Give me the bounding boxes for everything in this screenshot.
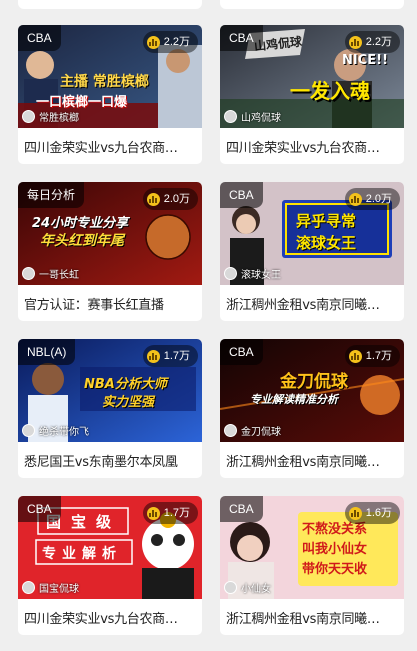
avatar xyxy=(224,110,237,123)
thumbnail-slogan: 实力坚强 xyxy=(102,395,155,410)
avatar xyxy=(22,424,35,437)
bar-chart-icon xyxy=(348,35,362,49)
avatar xyxy=(224,267,237,280)
streamer-name: 山鸡侃球 xyxy=(241,113,281,124)
live-room-card[interactable]: 不熬没关系 叫我小仙女 带你天天收 CBA 1.6万 小仙女 浙江稠州金租vs南… xyxy=(220,496,404,635)
live-room-card[interactable]: 24小时专业分享 年头红到年尾 每日分析 2.0万 一哥长虹 官方认证：赛事长红… xyxy=(18,182,202,321)
card-thumbnail: 金刀侃球 专业解读精准分析 CBA 1.7万 金刀侃球 xyxy=(220,339,404,442)
bar-chart-icon xyxy=(146,349,160,363)
thumbnail-slogan: NBA分析大师 xyxy=(84,377,167,392)
streamer-name: 一哥长虹 xyxy=(39,270,79,281)
thumbnail-slogan: 金刀侃球 xyxy=(280,372,348,392)
view-count-badge: 1.7万 xyxy=(142,502,198,524)
thumbnail-slogan: 24小时专业分享 xyxy=(32,216,129,231)
streamer-name: 金刀侃球 xyxy=(241,427,281,438)
streamer-info: 金刀侃球 xyxy=(224,423,281,438)
streamer-info: 绝杀带你飞 xyxy=(22,423,89,438)
league-tag: CBA xyxy=(220,25,263,51)
view-count: 2.2万 xyxy=(365,36,392,48)
streamer-info: 山鸡侃球 xyxy=(224,109,281,124)
card-thumbnail: 国宝级 专业解析 CBA 1.7万 国宝侃球 xyxy=(18,496,202,599)
streamer-info: 小仙女 xyxy=(224,580,271,595)
match-title: 四川金荣实业vs九台农商… xyxy=(24,141,178,156)
view-count-badge: 1.7万 xyxy=(344,345,400,367)
bar-chart-icon xyxy=(348,192,362,206)
thumbnail-slogan: 滚球女王 xyxy=(296,234,357,252)
match-title: 浙江稠州金租vs南京同曦… xyxy=(226,455,380,470)
match-title: 官方认证：赛事长红直播 xyxy=(24,298,164,313)
match-title: 浙江稠州金租vs南京同曦… xyxy=(226,298,380,313)
live-room-card[interactable]: NBA分析大师 实力坚强 NBL(A) 1.7万 绝杀带你飞 悉尼国王vs东南墨… xyxy=(18,339,202,478)
bar-chart-icon xyxy=(146,35,160,49)
card-thumbnail: 山鸡侃球 NICE!! 一发入魂 CBA 2.2万 山鸡侃球 xyxy=(220,25,404,128)
avatar xyxy=(22,581,35,594)
match-title: 四川金荣实业vs九台农商… xyxy=(226,141,380,156)
view-count: 2.2万 xyxy=(163,36,190,48)
bar-chart-icon xyxy=(348,506,362,520)
league-tag: CBA xyxy=(220,182,263,208)
bar-chart-icon xyxy=(146,192,160,206)
thumbnail-slogan: NICE!! xyxy=(342,53,388,68)
bar-chart-icon xyxy=(146,506,160,520)
card-thumbnail: 24小时专业分享 年头红到年尾 每日分析 2.0万 一哥长虹 xyxy=(18,182,202,285)
avatar xyxy=(224,581,237,594)
card-thumbnail: NBA分析大师 实力坚强 NBL(A) 1.7万 绝杀带你飞 xyxy=(18,339,202,442)
match-title: 浙江稠州金租vs南京同曦… xyxy=(226,612,380,627)
card-thumbnail: 异乎寻常 滚球女王 CBA 2.0万 滚球女王 xyxy=(220,182,404,285)
league-tag: 每日分析 xyxy=(18,182,85,208)
streamer-info: 常胜槟榔 xyxy=(22,109,79,124)
league-tag: CBA xyxy=(220,496,263,522)
avatar xyxy=(22,110,35,123)
streamer-info: 国宝侃球 xyxy=(22,580,79,595)
view-count: 1.7万 xyxy=(365,350,392,362)
live-room-card[interactable]: 国宝级 专业解析 CBA 1.7万 国宝侃球 四川金荣实业vs九台农商… xyxy=(18,496,202,635)
thumbnail-slogan: 专业解读精准分析 xyxy=(250,393,338,406)
previous-row-edge xyxy=(0,0,417,12)
view-count-badge: 2.0万 xyxy=(344,188,400,210)
view-count: 1.7万 xyxy=(163,507,190,519)
streamer-name: 常胜槟榔 xyxy=(39,113,79,124)
thumbnail-slogan: 年头红到年尾 xyxy=(40,233,124,249)
league-tag: CBA xyxy=(220,339,263,365)
thumbnail-slogan: 专业解析 xyxy=(42,546,122,562)
match-title: 悉尼国王vs东南墨尔本凤凰 xyxy=(24,455,178,470)
view-count-badge: 1.7万 xyxy=(142,345,198,367)
view-count-badge: 1.6万 xyxy=(344,502,400,524)
card-thumbnail: 主播 常胜槟榔 一口槟榔一口爆 CBA 2.2万 常胜槟榔 xyxy=(18,25,202,128)
live-room-card[interactable]: 金刀侃球 专业解读精准分析 CBA 1.7万 金刀侃球 浙江稠州金租vs南京同曦… xyxy=(220,339,404,478)
thumbnail-slogan: 叫我小仙女 xyxy=(302,542,368,557)
card-thumbnail: 不熬没关系 叫我小仙女 带你天天收 CBA 1.6万 小仙女 xyxy=(220,496,404,599)
streamer-info: 一哥长虹 xyxy=(22,266,79,281)
live-room-card[interactable]: 主播 常胜槟榔 一口槟榔一口爆 CBA 2.2万 常胜槟榔 四川金荣实业vs九台… xyxy=(18,25,202,164)
view-count: 1.6万 xyxy=(365,507,392,519)
avatar xyxy=(22,267,35,280)
view-count: 2.0万 xyxy=(163,193,190,205)
streamer-name: 绝杀带你飞 xyxy=(39,427,89,438)
streamer-name: 国宝侃球 xyxy=(39,584,79,595)
thumbnail-slogan: 带你天天收 xyxy=(302,562,368,577)
view-count: 2.0万 xyxy=(365,193,392,205)
live-room-card[interactable]: 山鸡侃球 NICE!! 一发入魂 CBA 2.2万 山鸡侃球 四川金荣实业vs九… xyxy=(220,25,404,164)
match-title: 四川金荣实业vs九台农商… xyxy=(24,612,178,627)
thumbnail-slogan: 一发入魂 xyxy=(290,79,370,103)
view-count: 1.7万 xyxy=(163,350,190,362)
league-tag: CBA xyxy=(18,496,61,522)
bar-chart-icon xyxy=(348,349,362,363)
league-tag: NBL(A) xyxy=(18,339,76,365)
live-room-card[interactable]: 异乎寻常 滚球女王 CBA 2.0万 滚球女王 浙江稠州金租vs南京同曦… xyxy=(220,182,404,321)
league-tag: CBA xyxy=(18,25,61,51)
streamer-name: 小仙女 xyxy=(241,584,271,595)
thumbnail-slogan: 异乎寻常 xyxy=(296,212,357,230)
streamer-name: 滚球女王 xyxy=(241,270,281,281)
thumbnail-slogan: 主播 常胜槟榔 xyxy=(60,74,149,90)
streamer-info: 滚球女王 xyxy=(224,266,281,281)
view-count-badge: 2.2万 xyxy=(142,31,198,53)
avatar xyxy=(224,424,237,437)
thumbnail-slogan: 一口槟榔一口爆 xyxy=(36,95,128,110)
view-count-badge: 2.0万 xyxy=(142,188,198,210)
view-count-badge: 2.2万 xyxy=(344,31,400,53)
